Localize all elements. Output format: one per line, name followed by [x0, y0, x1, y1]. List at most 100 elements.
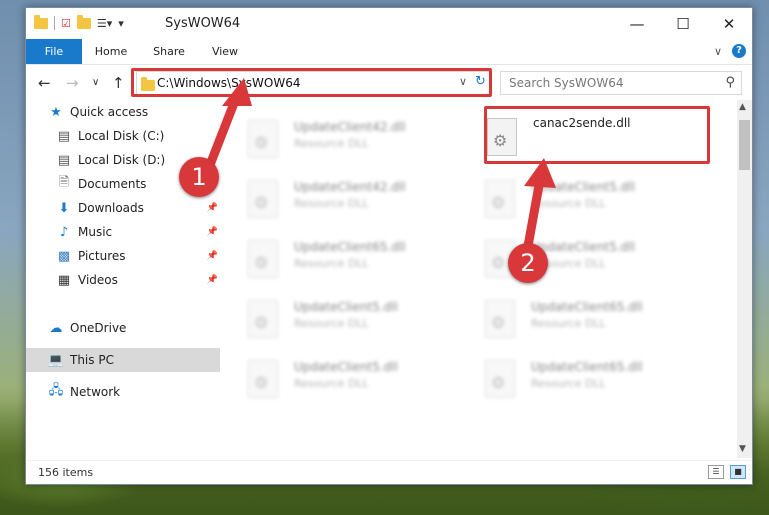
file-type: Resource DLL — [531, 317, 606, 330]
new-folder-icon[interactable] — [76, 14, 91, 29]
expand-ribbon-icon[interactable]: ∨ — [714, 45, 722, 58]
sidebar-item-label: Local Disk (C:) — [78, 129, 165, 143]
details-view-icon[interactable]: ☰ — [708, 465, 724, 479]
file-type: Resource DLL — [294, 197, 369, 210]
address-highlight-box — [131, 68, 492, 97]
sidebar-item-local-disk-c[interactable]: ▤ Local Disk (C:) — [26, 124, 220, 148]
sidebar-item-label: Pictures — [78, 249, 126, 263]
help-icon[interactable]: ? — [732, 44, 746, 58]
pin-icon[interactable]: 📌 — [207, 251, 218, 261]
pictures-icon: ▩ — [57, 248, 71, 264]
list-item[interactable]: ⚙ UpdateClient42.dll Resource DLL — [222, 110, 452, 164]
sidebar-item-this-pc[interactable]: 💻 This PC — [26, 348, 220, 372]
list-item[interactable]: ⚙ UpdateClient65.dll Resource DLL — [459, 350, 689, 404]
pin-icon[interactable]: 📌 — [207, 227, 218, 237]
pin-icon[interactable]: 📌 — [207, 203, 218, 213]
computer-icon: 💻 — [47, 352, 65, 368]
sidebar-item-label: Videos — [78, 273, 118, 287]
sidebar-item-downloads[interactable]: ⬇ Downloads 📌 — [26, 196, 220, 220]
drive-icon: ▤ — [57, 128, 71, 144]
sidebar-item-pictures[interactable]: ▩ Pictures 📌 — [26, 244, 220, 268]
sidebar-item-label: Network — [70, 385, 121, 399]
sidebar-item-label: Documents — [78, 177, 147, 191]
file-name: UpdateClient5.dll — [531, 180, 635, 194]
file-type: Resource DLL — [294, 317, 369, 330]
properties-icon[interactable]: ☑ — [61, 17, 71, 30]
list-item[interactable]: ⚙ UpdateClient5.dll Resource DLL — [459, 230, 689, 284]
downloads-icon: ⬇ — [58, 200, 70, 216]
dll-file-icon: ⚙ — [248, 120, 278, 158]
file-type: Resource DLL — [294, 137, 369, 150]
sidebar-item-onedrive[interactable]: ☁ OneDrive — [26, 316, 220, 340]
tab-home[interactable]: Home — [86, 39, 136, 64]
tab-share[interactable]: Share — [144, 39, 194, 64]
star-icon: ★ — [50, 104, 62, 120]
toolbar-dropdown-icon[interactable]: ▾ — [118, 17, 124, 30]
network-icon: 🖧 — [48, 383, 64, 398]
up-arrow-icon[interactable]: ↑ — [112, 74, 125, 92]
dll-file-icon: ⚙ — [248, 360, 278, 398]
file-explorer-window: ☑ ☰▾ ▾ SysWOW64 — ☐ ✕ File Home Share Vi… — [25, 7, 753, 485]
navigation-pane: ★ Quick access ▤ Local Disk (C:) ▤ Local… — [26, 100, 220, 458]
file-type: Resource DLL — [531, 197, 606, 210]
scroll-up-icon[interactable]: ▲ — [739, 102, 746, 112]
file-name: UpdateClient42.dll — [294, 120, 406, 134]
ribbon-right-controls: ∨ ? — [714, 44, 746, 58]
dll-file-icon: ⚙ — [485, 180, 515, 218]
pin-icon[interactable]: 📌 — [207, 275, 218, 285]
dll-file-icon: ⚙ — [485, 360, 515, 398]
cloud-icon: ☁ — [49, 320, 63, 336]
file-type: Resource DLL — [294, 377, 369, 390]
tab-file[interactable]: File — [26, 39, 82, 64]
search-icon[interactable]: ⚲ — [725, 75, 735, 90]
file-name: UpdateClient65.dll — [531, 360, 643, 374]
videos-icon: ▦ — [57, 272, 71, 288]
list-item[interactable]: ⚙ UpdateClient5.dll Resource DLL — [222, 350, 452, 404]
drive-icon: ▤ — [57, 152, 71, 168]
file-type: Resource DLL — [294, 257, 369, 270]
scroll-down-icon[interactable]: ▼ — [739, 444, 746, 454]
status-bar: 156 items ☰ ■ — [26, 460, 752, 485]
file-highlight-box — [484, 106, 710, 164]
close-button[interactable]: ✕ — [706, 8, 752, 39]
sidebar-item-label: Quick access — [70, 105, 149, 119]
file-name: UpdateClient5.dll — [294, 360, 398, 374]
window-title: SysWOW64 — [165, 16, 241, 31]
customize-toolbar-icon[interactable]: ☰▾ — [97, 17, 112, 30]
file-name: UpdateClient42.dll — [294, 180, 406, 194]
vertical-scrollbar[interactable]: ▲ ▼ — [737, 100, 752, 458]
ribbon-tabs: File Home Share View ∨ ? — [26, 39, 752, 65]
sidebar-item-quick-access[interactable]: ★ Quick access — [26, 100, 220, 124]
sidebar-item-music[interactable]: ♪ Music 📌 — [26, 220, 220, 244]
minimize-button[interactable]: — — [614, 8, 660, 39]
list-item[interactable]: ⚙ UpdateClient5.dll Resource DLL — [459, 170, 689, 224]
back-arrow-icon[interactable]: ← — [38, 74, 51, 92]
scroll-thumb[interactable] — [739, 120, 750, 170]
sidebar-item-label: Music — [78, 225, 113, 239]
sidebar-item-label: This PC — [70, 353, 114, 367]
list-item[interactable]: ⚙ UpdateClient65.dll Resource DLL — [459, 290, 689, 344]
list-item[interactable]: ⚙ UpdateClient65.dll Resource DLL — [222, 230, 452, 284]
sidebar-item-network[interactable]: 🖧 Network — [26, 380, 220, 404]
list-item[interactable]: ⚙ UpdateClient42.dll Resource DLL — [222, 170, 452, 224]
sidebar-item-videos[interactable]: ▦ Videos 📌 — [26, 268, 220, 292]
maximize-button[interactable]: ☐ — [660, 8, 706, 39]
view-switcher: ☰ ■ — [708, 465, 746, 479]
dll-file-icon: ⚙ — [485, 300, 515, 338]
recent-locations-icon[interactable]: ∨ — [92, 77, 99, 88]
search-input[interactable]: Search SysWOW64 ⚲ — [500, 71, 742, 95]
item-count: 156 items — [38, 466, 94, 479]
file-name: UpdateClient65.dll — [294, 240, 406, 254]
dll-file-icon: ⚙ — [248, 180, 278, 218]
documents-icon: 🗎 — [58, 175, 70, 190]
file-type: Resource DLL — [531, 377, 606, 390]
dll-file-icon: ⚙ — [248, 240, 278, 278]
forward-arrow-icon[interactable]: → — [66, 74, 79, 92]
file-name: UpdateClient65.dll — [531, 300, 643, 314]
music-icon: ♪ — [59, 224, 69, 240]
tiles-view-icon[interactable]: ■ — [730, 465, 746, 479]
sidebar-item-label: OneDrive — [70, 321, 127, 335]
toolbar-divider — [54, 16, 55, 30]
tab-view[interactable]: View — [202, 39, 248, 64]
list-item[interactable]: ⚙ UpdateClient5.dll Resource DLL — [222, 290, 452, 344]
